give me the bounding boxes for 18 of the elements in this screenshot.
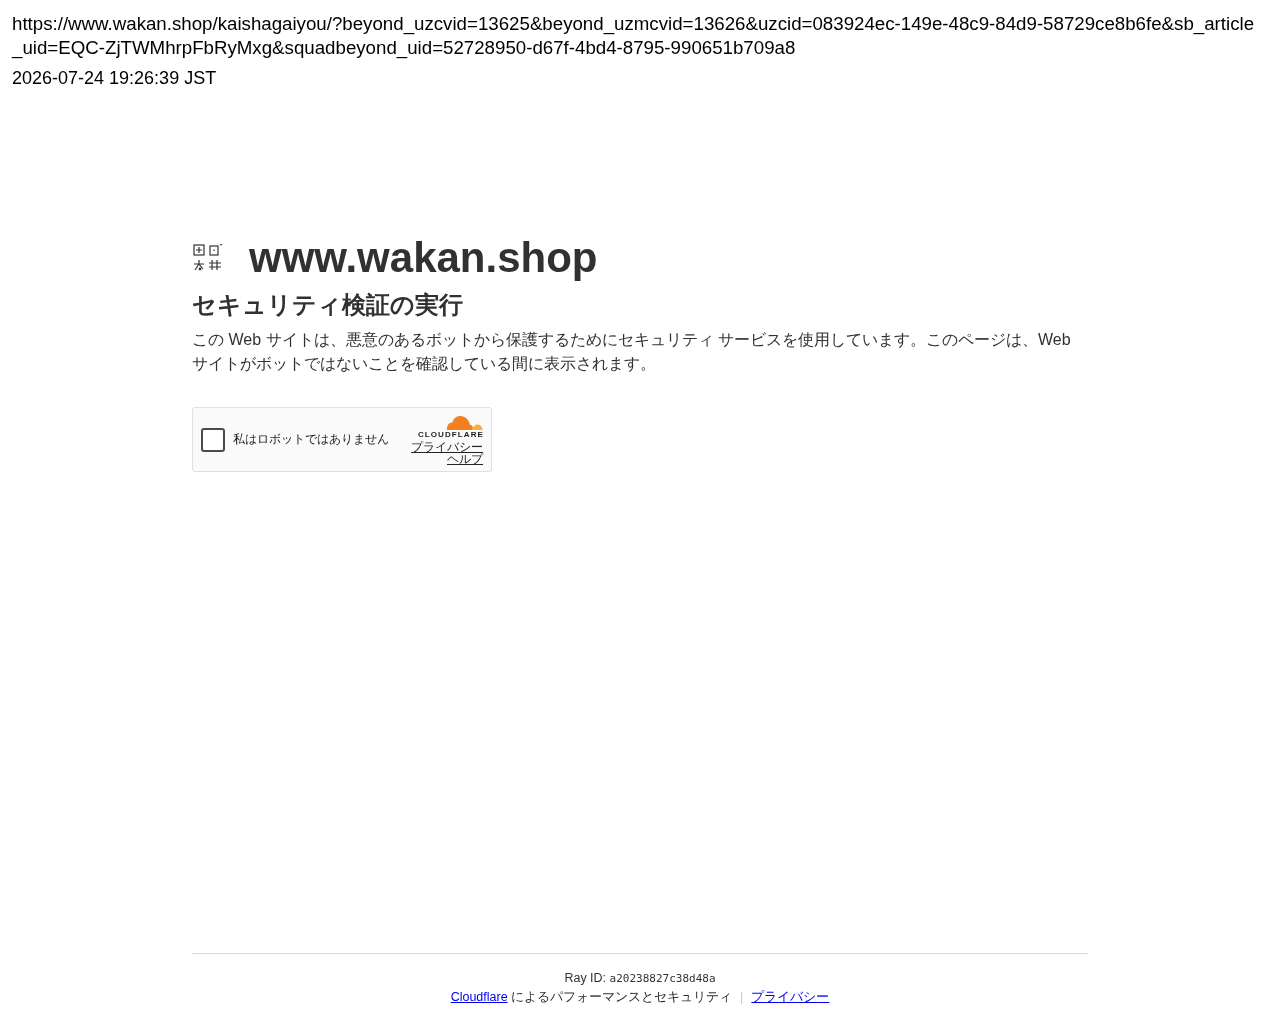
captcha-checkbox[interactable] bbox=[201, 427, 225, 452]
page-heading: セキュリティ検証の実行 bbox=[192, 291, 464, 320]
footer-text: によるパフォーマンスとセキュリティ bbox=[511, 990, 733, 1004]
cloud-icon bbox=[445, 414, 483, 430]
site-name: www.wakan.shop bbox=[249, 233, 598, 283]
captcha-link[interactable]: ヘルプ bbox=[447, 453, 483, 465]
page-url: https://www.wakan.shop/kaishagaiyou/?beyond_uzcvid=13625&beyond_uzmcvid=13626&uzcid=083924ec-149e-48c9-84d9-58729ce8b6fe&sb_article_uid=EQC-ZjTWMhrpFbRyMxg&squadbeyond_uid=52728950-d67f-4bd4-8795-990651b709a8 bbox=[12, 12, 1256, 60]
ray-id-label: Ray ID: bbox=[564, 971, 607, 985]
ray-id-value: a20238827c38d48a bbox=[609, 972, 716, 985]
brand-name: CLOUDFLARE bbox=[417, 430, 484, 439]
captcha-link[interactable]: プライバシー bbox=[411, 441, 483, 453]
logo-icon bbox=[193, 244, 223, 272]
timestamp: 2026-07-24 19:26:39 JST bbox=[12, 68, 217, 88]
page-description: この Web サイトは、悪意のあるボットから保護するためにセキュリティ サービスを使用しています。このページは、Web サイトがボットではないことを確認している間に表示されます。 bbox=[192, 330, 1072, 374]
footer-separator: | bbox=[740, 990, 744, 1004]
footer-link[interactable]: プライバシー bbox=[751, 990, 830, 1004]
captcha-label: 私はロボットではありません bbox=[233, 432, 389, 447]
footer-link[interactable]: Cloudflare bbox=[450, 990, 508, 1004]
